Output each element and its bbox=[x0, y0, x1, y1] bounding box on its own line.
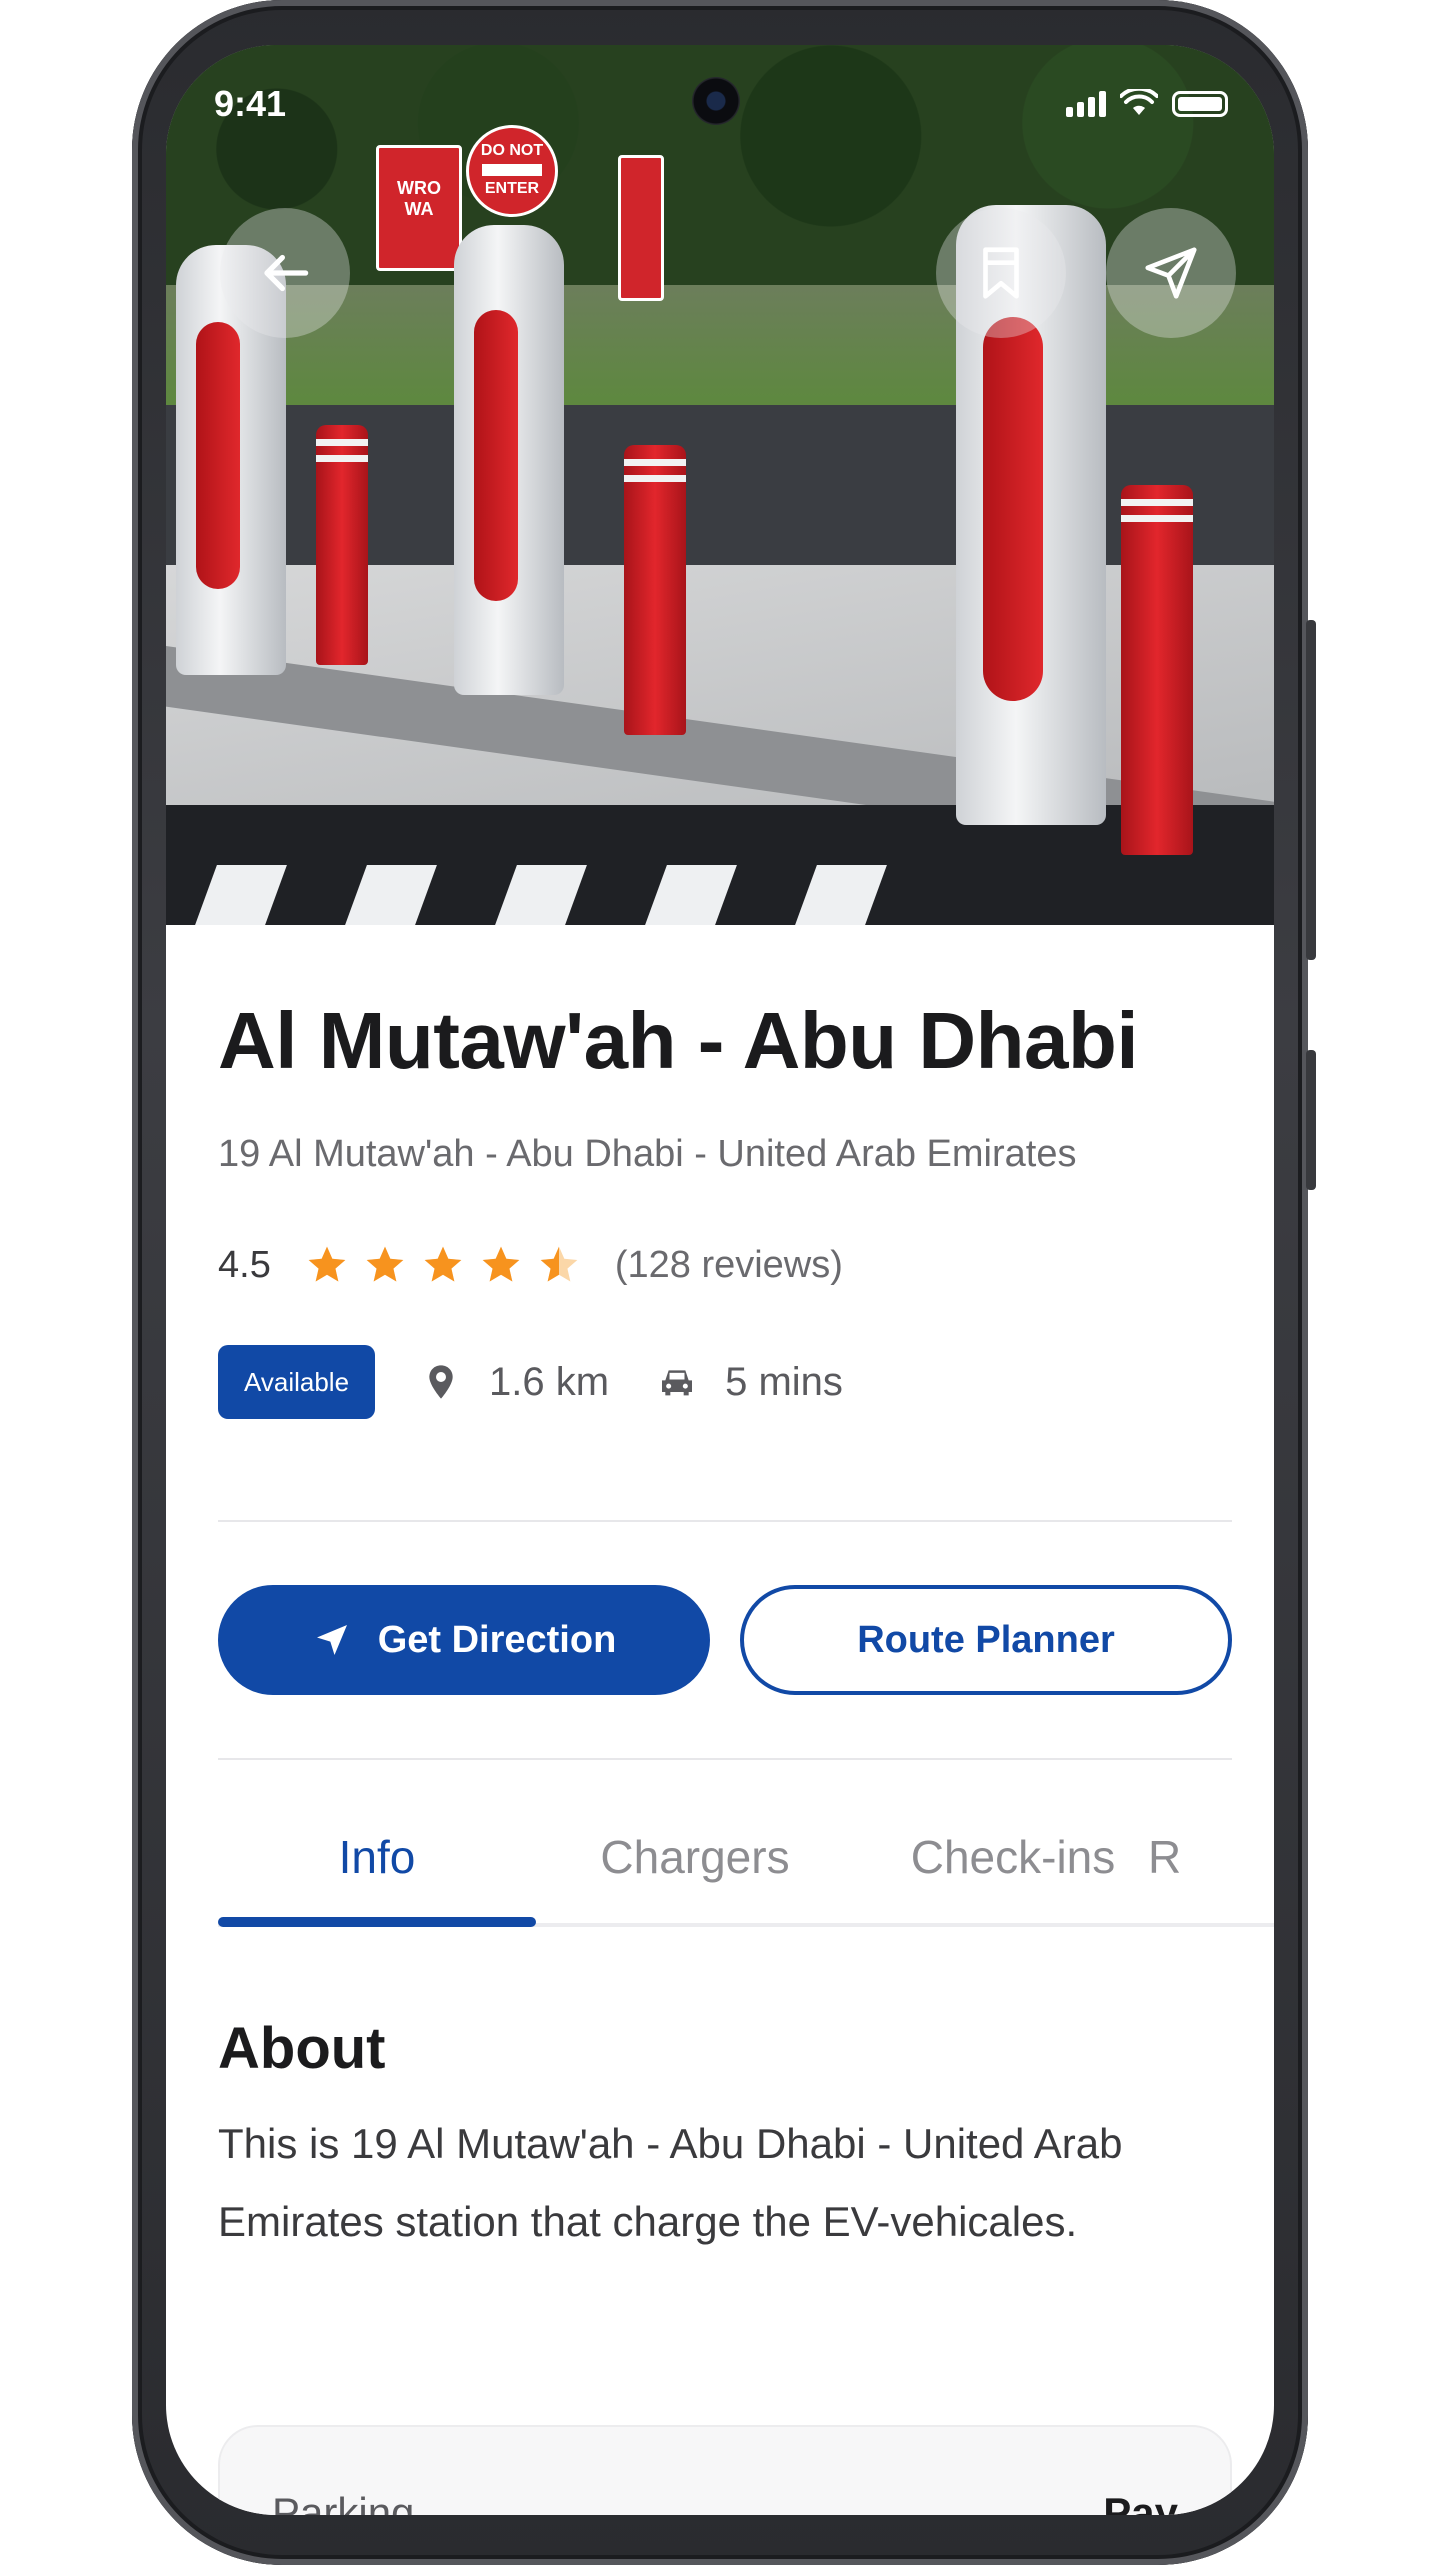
star-full-icon bbox=[308, 1246, 346, 1282]
tab-check-ins[interactable]: Check-ins bbox=[854, 1795, 1172, 1919]
reviews-count[interactable]: (128 reviews) bbox=[615, 1244, 843, 1287]
divider bbox=[218, 1520, 1232, 1522]
arrow-left-icon bbox=[264, 254, 309, 292]
station-name: Al Mutaw'ah - Abu Dhabi bbox=[218, 996, 1139, 1085]
back-button[interactable] bbox=[220, 208, 350, 338]
share-button[interactable] bbox=[1106, 208, 1236, 338]
divider bbox=[218, 1758, 1232, 1760]
tab-reviews[interactable]: R bbox=[1148, 1795, 1274, 1919]
star-half-icon bbox=[540, 1246, 578, 1282]
charging-cable bbox=[195, 322, 240, 589]
get-direction-button[interactable]: Get Direction bbox=[218, 1585, 710, 1695]
drive-time-info: 5 mins bbox=[657, 1360, 843, 1405]
parking-value: Pay bbox=[1103, 2489, 1178, 2515]
parking-label: Parking bbox=[272, 2489, 415, 2515]
rating-value: 4.5 bbox=[218, 1243, 271, 1286]
status-icons bbox=[1066, 89, 1228, 117]
battery-icon bbox=[1172, 91, 1228, 117]
route-planner-button[interactable]: Route Planner bbox=[740, 1585, 1232, 1695]
route-planner-label: Route Planner bbox=[857, 1618, 1115, 1661]
power-button bbox=[1306, 1050, 1316, 1190]
star-full-icon bbox=[424, 1246, 462, 1282]
volume-button bbox=[1306, 620, 1316, 960]
status-time: 9:41 bbox=[214, 83, 287, 124]
bookmark-button[interactable] bbox=[936, 208, 1066, 338]
wrong-way-sign: WRO WA bbox=[376, 145, 462, 271]
active-tab-indicator bbox=[218, 1917, 536, 1927]
send-icon bbox=[1145, 247, 1197, 299]
meta-row: Available 1.6 km 5 mins bbox=[218, 1345, 891, 1419]
status-badge: Available bbox=[218, 1345, 376, 1419]
drive-time-text: 5 mins bbox=[725, 1359, 843, 1404]
sign-text: ENTER bbox=[484, 180, 540, 197]
star-full-icon bbox=[482, 1246, 520, 1282]
tesla-sign bbox=[618, 155, 664, 301]
car-icon bbox=[662, 1370, 693, 1396]
tab-chargers[interactable]: Chargers bbox=[536, 1795, 854, 1919]
supercharger-stall bbox=[454, 225, 564, 695]
star-full-icon bbox=[366, 1246, 404, 1282]
wifi-icon bbox=[1120, 89, 1158, 115]
station-tabs: Info Chargers Check-ins R bbox=[218, 1795, 1274, 1927]
bookmark-icon bbox=[983, 247, 1019, 299]
app-screen: WRO WA DO NOT ENTER 9:41 Al Mutaw'ah - A… bbox=[166, 45, 1274, 2515]
about-heading: About bbox=[218, 2016, 386, 2081]
tab-info[interactable]: Info bbox=[218, 1795, 536, 1919]
rating-row: 4.5 (128 reviews) bbox=[218, 1235, 843, 1295]
red-bollard bbox=[316, 425, 368, 665]
get-direction-label: Get Direction bbox=[377, 1618, 617, 1661]
location-pin-icon bbox=[429, 1365, 453, 1399]
distance-text: 1.6 km bbox=[489, 1359, 610, 1404]
distance-info: 1.6 km bbox=[421, 1360, 609, 1405]
charging-cable bbox=[983, 316, 1043, 701]
station-photo: WRO WA DO NOT ENTER bbox=[166, 45, 1274, 925]
about-description: This is 19 Al Mutaw'ah - Abu Dhabi - Uni… bbox=[218, 2120, 1123, 2245]
station-address: 19 Al Mutaw'ah - Abu Dhabi - United Arab… bbox=[218, 1133, 1077, 1175]
status-bar: 9:41 bbox=[166, 45, 1274, 155]
red-bollard bbox=[624, 445, 686, 735]
sign-bar bbox=[482, 164, 542, 176]
star-rating bbox=[305, 1243, 581, 1287]
charging-cable bbox=[473, 309, 518, 601]
cellular-signal-icon bbox=[1066, 91, 1106, 117]
sign-text: WRO bbox=[397, 178, 441, 198]
red-bollard bbox=[1121, 485, 1193, 855]
parking-card: Parking Pay bbox=[218, 2425, 1232, 2515]
front-camera bbox=[692, 77, 740, 125]
sign-text: WA bbox=[404, 199, 434, 219]
navigation-arrow-icon bbox=[316, 1625, 347, 1655]
